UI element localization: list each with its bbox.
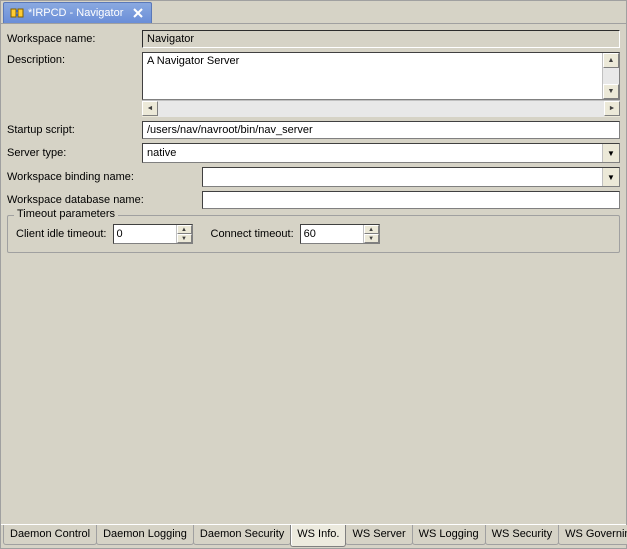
server-type-label: Server type:	[7, 144, 142, 162]
database-name-label: Workspace database name:	[7, 191, 202, 209]
database-name-field[interactable]	[202, 191, 620, 209]
bottom-tab[interactable]: Daemon Logging	[96, 525, 194, 545]
client-idle-stepper[interactable]: ▲ ▼	[113, 224, 193, 244]
client-idle-label: Client idle timeout:	[16, 228, 107, 240]
spin-down-icon[interactable]: ▼	[177, 234, 192, 243]
editor-window: *IRPCD - Navigator Workspace name: Descr…	[0, 0, 627, 549]
close-icon[interactable]	[131, 6, 145, 20]
scroll-left-icon[interactable]: ◄	[142, 101, 158, 116]
bottom-tab[interactable]: WS Governing	[558, 525, 627, 545]
startup-script-field[interactable]	[142, 121, 620, 139]
form-area: Workspace name: Description: ▲ ▼ ◄ ►	[1, 24, 626, 524]
editor-tab[interactable]: *IRPCD - Navigator	[3, 2, 152, 23]
server-type-select[interactable]: native ▼	[142, 143, 620, 163]
chevron-down-icon[interactable]: ▼	[602, 144, 619, 162]
client-idle-input[interactable]	[114, 225, 176, 243]
timeout-fieldset: Timeout parameters Client idle timeout: …	[7, 215, 620, 253]
startup-script-label: Startup script:	[7, 121, 142, 139]
binding-name-label: Workspace binding name:	[7, 168, 202, 186]
description-label: Description:	[7, 52, 142, 69]
bottom-tab[interactable]: Daemon Control	[3, 525, 97, 545]
scroll-right-icon[interactable]: ►	[604, 101, 620, 116]
timeout-legend: Timeout parameters	[14, 208, 118, 220]
bottom-tab[interactable]: WS Security	[485, 525, 560, 545]
description-hscrollbar[interactable]: ◄ ►	[142, 100, 620, 117]
server-type-value: native	[143, 147, 602, 159]
connect-timeout-label: Connect timeout:	[211, 228, 294, 240]
bottom-tab[interactable]: WS Logging	[412, 525, 486, 545]
editor-tab-title: *IRPCD - Navigator	[28, 7, 123, 19]
top-tabstrip: *IRPCD - Navigator	[1, 1, 626, 24]
bottom-tab[interactable]: WS Info.	[290, 525, 346, 547]
connect-timeout-stepper[interactable]: ▲ ▼	[300, 224, 380, 244]
binding-name-select[interactable]: ▼	[202, 167, 620, 187]
chevron-down-icon[interactable]: ▼	[602, 168, 619, 186]
bottom-tab[interactable]: WS Server	[345, 525, 412, 545]
workspace-name-label: Workspace name:	[7, 30, 142, 48]
description-field[interactable]	[143, 53, 602, 99]
bottom-tabstrip: Daemon ControlDaemon LoggingDaemon Secur…	[1, 524, 626, 548]
connect-timeout-input[interactable]	[301, 225, 363, 243]
scroll-down-icon[interactable]: ▼	[603, 84, 619, 99]
spin-up-icon[interactable]: ▲	[364, 225, 379, 234]
workspace-name-field	[142, 30, 620, 48]
editor-tab-icon	[10, 6, 24, 20]
description-vscrollbar[interactable]: ▲ ▼	[602, 53, 619, 99]
scroll-up-icon[interactable]: ▲	[603, 53, 619, 68]
spin-down-icon[interactable]: ▼	[364, 234, 379, 243]
spin-up-icon[interactable]: ▲	[177, 225, 192, 234]
description-box: ▲ ▼	[142, 52, 620, 100]
bottom-tab[interactable]: Daemon Security	[193, 525, 291, 545]
